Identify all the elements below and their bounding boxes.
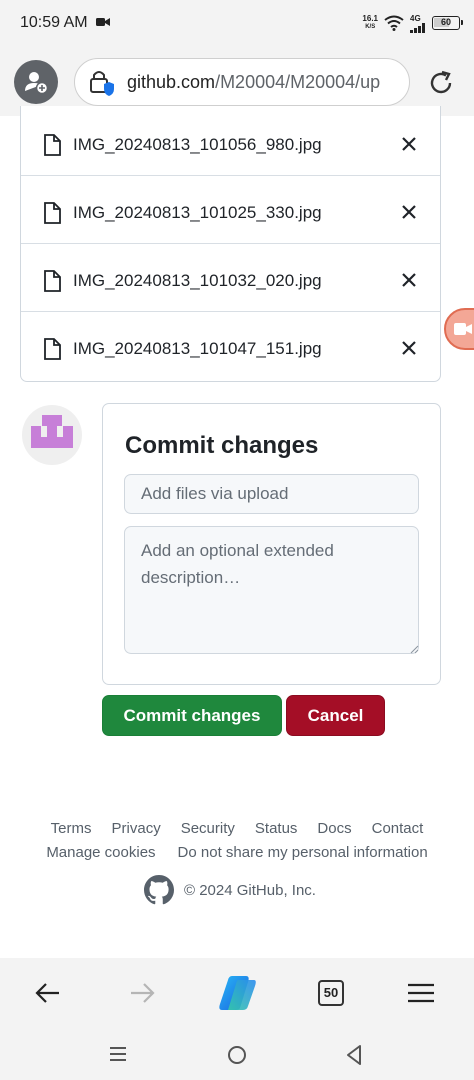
remove-file-icon[interactable] xyxy=(401,272,417,288)
resize-handle-icon[interactable] xyxy=(409,644,419,654)
footer-links: Terms Privacy Security Status Docs Conta… xyxy=(0,820,474,837)
copyright-text: © 2024 GitHub, Inc. xyxy=(184,881,316,899)
add-profile-icon xyxy=(25,72,49,95)
file-name: IMG_20240813_101047_151.jpg xyxy=(73,339,322,358)
file-name: IMG_20240813_101032_020.jpg xyxy=(73,271,322,290)
file-icon xyxy=(44,338,61,360)
battery-indicator: 60 xyxy=(432,16,463,30)
status-bar: 10:59 AM 16.1 K/S 4G 60 xyxy=(0,0,474,48)
address-bar[interactable]: github.com/M20004/M20004/up xyxy=(74,58,410,106)
file-icon xyxy=(44,134,61,156)
recent-apps-icon[interactable] xyxy=(108,1044,128,1064)
status-time: 10:59 AM xyxy=(20,14,88,31)
commit-changes-button[interactable]: Commit changes xyxy=(102,695,282,736)
tab-switcher-button[interactable]: 50 xyxy=(318,980,344,1006)
android-navigation-bar xyxy=(0,1028,474,1080)
footer-links-secondary: Manage cookies Do not share my personal … xyxy=(0,844,474,861)
footer-link-status[interactable]: Status xyxy=(255,820,298,837)
home-icon[interactable] xyxy=(226,1044,248,1066)
uploaded-file-list: IMG_20240813_101056_980.jpg IMG_20240813… xyxy=(20,106,441,382)
back-triangle-icon[interactable] xyxy=(344,1044,364,1066)
footer-copyright: © 2024 GitHub, Inc. xyxy=(144,875,316,905)
cancel-button[interactable]: Cancel xyxy=(286,695,385,736)
signal-icon xyxy=(410,22,425,33)
commit-description-input[interactable] xyxy=(124,526,419,654)
footer-link-security[interactable]: Security xyxy=(181,820,235,837)
file-icon xyxy=(44,202,61,224)
remove-file-icon[interactable] xyxy=(401,136,417,152)
remove-file-icon[interactable] xyxy=(401,340,417,356)
browser-bottom-bar: 50 xyxy=(0,958,474,1028)
profile-button[interactable] xyxy=(14,60,58,104)
file-row: IMG_20240813_101025_330.jpg xyxy=(21,176,440,244)
identicon xyxy=(31,415,73,448)
forward-arrow-icon[interactable] xyxy=(127,978,157,1008)
footer-link-manage-cookies[interactable]: Manage cookies xyxy=(46,844,155,861)
commit-form: Commit changes xyxy=(102,403,441,685)
copilot-icon[interactable] xyxy=(216,974,258,1012)
commit-title: Commit changes xyxy=(125,432,319,459)
file-name: IMG_20240813_101056_980.jpg xyxy=(73,135,322,154)
footer-link-docs[interactable]: Docs xyxy=(317,820,351,837)
footer-link-terms[interactable]: Terms xyxy=(51,820,92,837)
network-type: 4G xyxy=(410,13,421,23)
wifi-icon xyxy=(384,15,404,31)
github-logo-icon[interactable] xyxy=(144,875,174,905)
avatar xyxy=(22,405,82,465)
video-camera-icon xyxy=(454,323,472,335)
reload-icon[interactable] xyxy=(426,68,456,98)
file-row: IMG_20240813_101056_980.jpg xyxy=(21,108,440,176)
network-speed: 16.1 K/S xyxy=(362,14,378,31)
footer-link-privacy[interactable]: Privacy xyxy=(112,820,161,837)
secure-lock-icon xyxy=(90,71,114,96)
commit-summary-input[interactable] xyxy=(124,474,419,514)
back-arrow-icon[interactable] xyxy=(33,978,63,1008)
file-row: IMG_20240813_101047_151.jpg xyxy=(21,312,440,380)
footer-link-do-not-share[interactable]: Do not share my personal information xyxy=(178,844,428,861)
floating-recorder-button[interactable] xyxy=(444,308,474,350)
url-text: github.com/M20004/M20004/up xyxy=(127,72,381,92)
remove-file-icon[interactable] xyxy=(401,204,417,220)
menu-icon[interactable] xyxy=(406,978,436,1008)
file-name: IMG_20240813_101025_330.jpg xyxy=(73,203,322,222)
file-row: IMG_20240813_101032_020.jpg xyxy=(21,244,440,312)
footer-link-contact[interactable]: Contact xyxy=(372,820,424,837)
file-icon xyxy=(44,270,61,292)
screen-record-icon xyxy=(96,18,110,26)
